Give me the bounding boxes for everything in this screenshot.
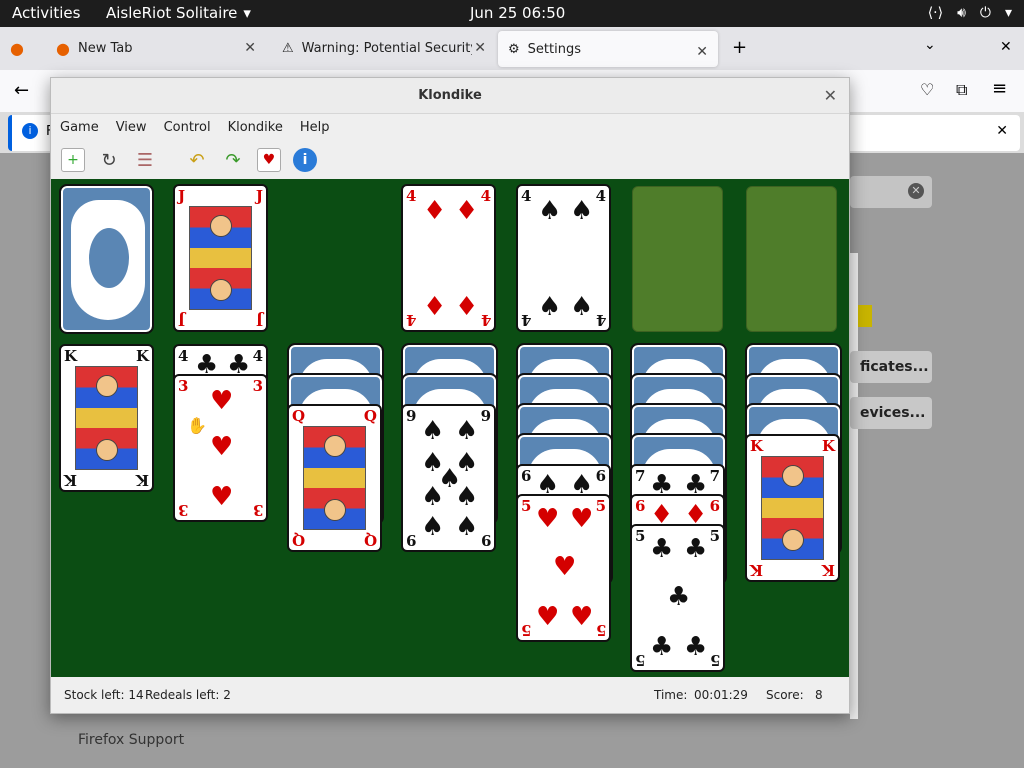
- close-icon[interactable]: ✕: [696, 44, 708, 60]
- score-label: Score:: [766, 688, 804, 702]
- time-value: 00:01:29: [694, 688, 748, 702]
- redeals-left: Redeals left: 2: [145, 688, 231, 702]
- waste-card[interactable]: J J J J: [173, 184, 268, 332]
- activities-button[interactable]: Activities: [12, 4, 80, 22]
- menu-help[interactable]: Help: [291, 115, 338, 141]
- new-game-icon[interactable]: +: [61, 148, 85, 172]
- warning-icon: ⚠: [282, 41, 294, 56]
- firefox-view-tab[interactable]: ●: [0, 27, 44, 70]
- gear-icon: ⚙: [508, 41, 520, 57]
- power-icon: ⏻: [979, 5, 991, 21]
- tab-label: New Tab: [77, 41, 133, 56]
- tableau-4-top-card[interactable]: 9 ♠ ♠ ♠ ♠ ♠ ♠ ♠ ♠ ♠ 9 9 9: [401, 404, 496, 552]
- toolbar: + ↻ ☰ ↶ ↷ ♥ i: [51, 141, 849, 179]
- hand-cursor-icon: ✋: [187, 416, 207, 435]
- info-icon: i: [22, 123, 38, 139]
- window-title: Klondike: [418, 88, 482, 103]
- foundation-1[interactable]: 4 ♦ ♦ ♦ ♦ 4 4 4: [401, 184, 496, 332]
- select-game-icon[interactable]: ☰: [133, 148, 157, 172]
- tableau-6-top-card[interactable]: 5 ♣ ♣ ♣ ♣ ♣ 5 5 5: [630, 524, 725, 672]
- chevron-down-icon: ▾: [1004, 5, 1012, 21]
- tab-settings[interactable]: ⚙ Settings ✕: [498, 31, 718, 67]
- tab-strip: ● ● New Tab ✕ ⚠ Warning: Potential Secur…: [0, 27, 1024, 70]
- network-icon: ⟨·⟩: [927, 5, 944, 21]
- redo-icon[interactable]: ↷: [221, 148, 245, 172]
- stock-pile[interactable]: [59, 184, 154, 334]
- tab-new-tab[interactable]: ● New Tab ✕: [46, 27, 266, 70]
- score-value: 8: [815, 688, 823, 702]
- clear-icon[interactable]: ✕: [908, 183, 924, 199]
- undo-icon[interactable]: ↶: [185, 148, 209, 172]
- stock-left: Stock left: 14: [64, 688, 144, 702]
- extensions-icon[interactable]: ⧉: [956, 80, 967, 100]
- foundation-2[interactable]: 4 ♠ ♠ ♠ ♠ 4 4 4: [516, 184, 611, 332]
- status-bar: Stock left: 14 Redeals left: 2 Time: 00:…: [51, 677, 849, 713]
- certificates-button[interactable]: ficates...: [850, 351, 932, 383]
- foundation-4[interactable]: [746, 186, 837, 332]
- devices-button[interactable]: evices...: [850, 397, 932, 429]
- restart-icon[interactable]: ↻: [97, 148, 121, 172]
- volume-icon: 🔊︎: [957, 5, 966, 21]
- close-icon[interactable]: ✕: [996, 123, 1008, 139]
- menu-bar: Game View Control Klondike Help: [51, 115, 849, 141]
- tableau-3-top-card[interactable]: Q Q Q Q: [287, 404, 382, 552]
- menu-icon[interactable]: ≡: [992, 78, 1007, 99]
- chevron-down-icon: ▾: [243, 4, 251, 22]
- solitaire-window: Klondike ✕ Game View Control Klondike He…: [50, 77, 850, 714]
- hint-icon[interactable]: ♥: [257, 148, 281, 172]
- top-bar: Activities AisleRiot Solitaire ▾ Jun 25 …: [0, 0, 1024, 27]
- firefox-icon: ●: [56, 39, 70, 58]
- tableau-1-card[interactable]: K K K K: [59, 344, 154, 492]
- pocket-icon[interactable]: ♡: [920, 80, 934, 99]
- app-name: AisleRiot Solitaire: [106, 4, 238, 22]
- app-menu[interactable]: AisleRiot Solitaire ▾: [106, 4, 251, 22]
- chevron-down-icon[interactable]: ⌄: [924, 37, 936, 53]
- tab-label: Settings: [527, 41, 581, 57]
- close-icon[interactable]: ✕: [1000, 39, 1012, 55]
- tab-label: Warning: Potential Security R: [301, 41, 472, 56]
- time-label: Time:: [654, 688, 688, 702]
- window-titlebar[interactable]: Klondike ✕: [51, 78, 849, 114]
- search-input[interactable]: ✕: [850, 176, 932, 208]
- foundation-3[interactable]: [632, 186, 723, 332]
- new-tab-icon[interactable]: +: [732, 37, 747, 58]
- menu-view[interactable]: View: [107, 115, 155, 141]
- info-icon[interactable]: i: [293, 148, 317, 172]
- tableau-5-top-card[interactable]: 5 ♥ ♥ ♥ ♥ ♥ 5 5 5: [516, 494, 611, 642]
- back-icon[interactable]: ←: [14, 80, 29, 101]
- close-icon[interactable]: ✕: [824, 78, 837, 114]
- menu-control[interactable]: Control: [155, 115, 219, 141]
- menu-klondike[interactable]: Klondike: [219, 115, 291, 141]
- firefox-icon: ●: [10, 39, 24, 58]
- tableau-2-top-card[interactable]: 3 ♥ ♥ ♥ 3 3 3 ✋: [173, 374, 268, 522]
- game-board: J J J J 4 ♦ ♦ ♦ ♦ 4 4 4 4 ♠ ♠ ♠ ♠ 4 4 4: [51, 179, 849, 677]
- close-icon[interactable]: ✕: [244, 40, 256, 56]
- close-icon[interactable]: ✕: [474, 40, 486, 56]
- tab-warning[interactable]: ⚠ Warning: Potential Security R ✕: [272, 27, 496, 70]
- support-link[interactable]: Firefox Support: [78, 732, 184, 748]
- system-tray[interactable]: ⟨·⟩ 🔊︎ ⏻ ▾: [928, 5, 1012, 21]
- tableau-7-top-card[interactable]: K K K K: [745, 434, 840, 582]
- clock[interactable]: Jun 25 06:50: [470, 4, 565, 22]
- menu-game[interactable]: Game: [51, 115, 107, 141]
